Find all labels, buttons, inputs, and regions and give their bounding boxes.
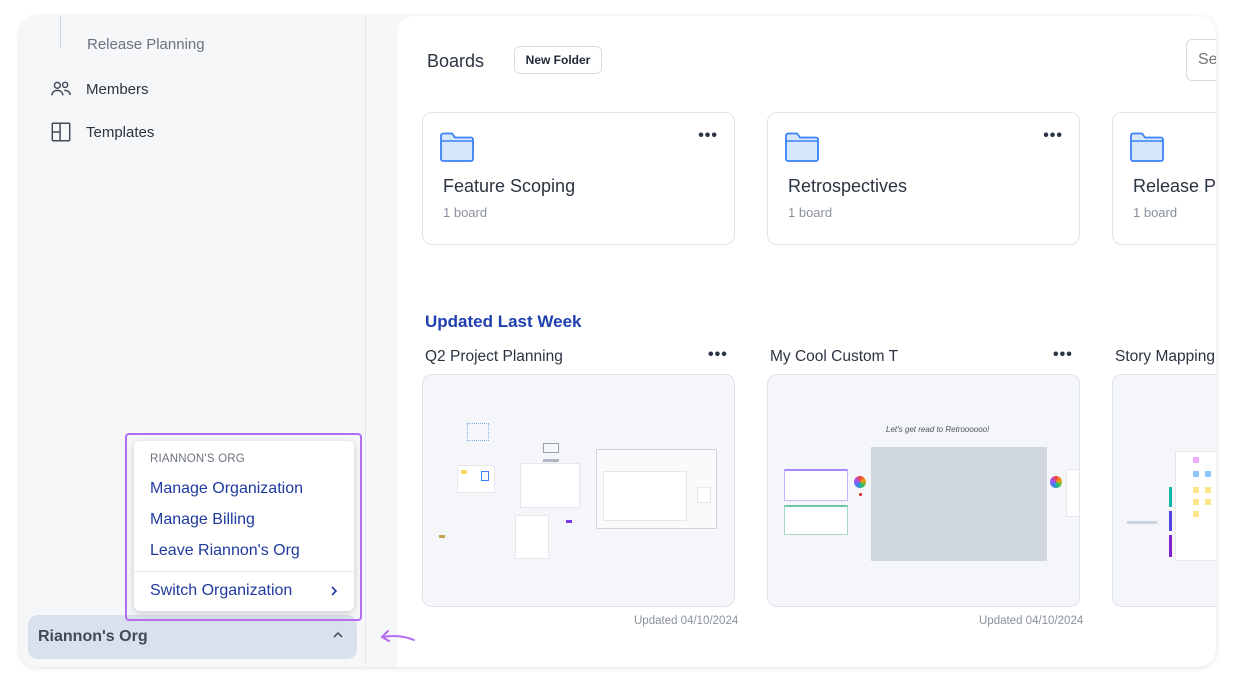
- folder-name: Release Planning: [1133, 176, 1216, 196]
- tree-line: [60, 16, 61, 48]
- org-switcher-button[interactable]: Riannon's Org: [28, 615, 357, 659]
- main-content: Boards New Folder ••• Feature Scoping 1 …: [398, 16, 1216, 667]
- chevron-up-icon: [331, 628, 345, 647]
- annotation-arrow-icon: [380, 630, 415, 642]
- new-folder-button[interactable]: New Folder: [514, 46, 602, 74]
- sidebar-item-members[interactable]: Members: [50, 78, 149, 100]
- sidebar-item-label: Members: [86, 80, 149, 98]
- folder-name: Feature Scoping: [443, 176, 576, 196]
- more-options-icon[interactable]: •••: [698, 127, 718, 145]
- org-menu-heading: RIANNON'S ORG: [150, 453, 245, 465]
- board-preview-card[interactable]: Let's get read to Retroooooo!: [767, 374, 1080, 607]
- page-title: Boards: [427, 51, 485, 71]
- folder-count: 1 board: [788, 205, 833, 220]
- menu-divider: [134, 571, 354, 572]
- folder-count: 1 board: [1133, 205, 1178, 220]
- templates-icon: [51, 122, 71, 142]
- sidebar-item-label: Templates: [86, 123, 155, 141]
- folder-name: Retrospectives: [788, 176, 908, 196]
- folder-card[interactable]: ••• Feature Scoping 1 board: [422, 112, 735, 245]
- board-updated: Updated 04/10/2024: [634, 615, 739, 627]
- leave-org-item[interactable]: Leave Riannon's Org: [150, 542, 300, 560]
- sidebar-item-templates[interactable]: Templates: [50, 121, 154, 143]
- board-updated: Updated 04/10/2024: [979, 615, 1084, 627]
- folder-icon: [785, 132, 819, 162]
- more-options-icon[interactable]: •••: [1053, 346, 1073, 364]
- board-preview-text: Let's get read to Retroooooo!: [886, 425, 990, 434]
- manage-billing-item[interactable]: Manage Billing: [150, 511, 255, 529]
- folder-icon: [440, 132, 474, 162]
- more-options-icon[interactable]: •••: [708, 346, 728, 364]
- board-preview-card[interactable]: [422, 374, 735, 607]
- more-options-icon[interactable]: •••: [1043, 127, 1063, 145]
- board-title[interactable]: Q2 Project Planning: [425, 348, 563, 366]
- members-icon: [51, 81, 71, 96]
- folder-icon: [1130, 132, 1164, 162]
- board-title[interactable]: Story Mapping: [1115, 348, 1216, 366]
- search-input[interactable]: [1186, 39, 1216, 81]
- folder-count: 1 board: [443, 205, 488, 220]
- folder-card[interactable]: Release Planning 1 board: [1112, 112, 1216, 245]
- board-preview-card[interactable]: [1112, 374, 1216, 607]
- chevron-right-icon: [331, 586, 338, 596]
- section-title: Updated Last Week: [425, 312, 582, 331]
- folder-card[interactable]: ••• Retrospectives 1 board: [767, 112, 1080, 245]
- sidebar-subitem-release-planning[interactable]: Release Planning: [87, 36, 205, 53]
- switch-organization-label: Switch Organization: [150, 582, 293, 599]
- org-menu: RIANNON'S ORG Manage Organization Manage…: [134, 441, 354, 611]
- org-name: Riannon's Org: [38, 628, 148, 645]
- board-title[interactable]: My Cool Custom T: [770, 348, 898, 366]
- switch-organization-item[interactable]: Switch Organization: [150, 582, 340, 600]
- manage-organization-item[interactable]: Manage Organization: [150, 480, 303, 498]
